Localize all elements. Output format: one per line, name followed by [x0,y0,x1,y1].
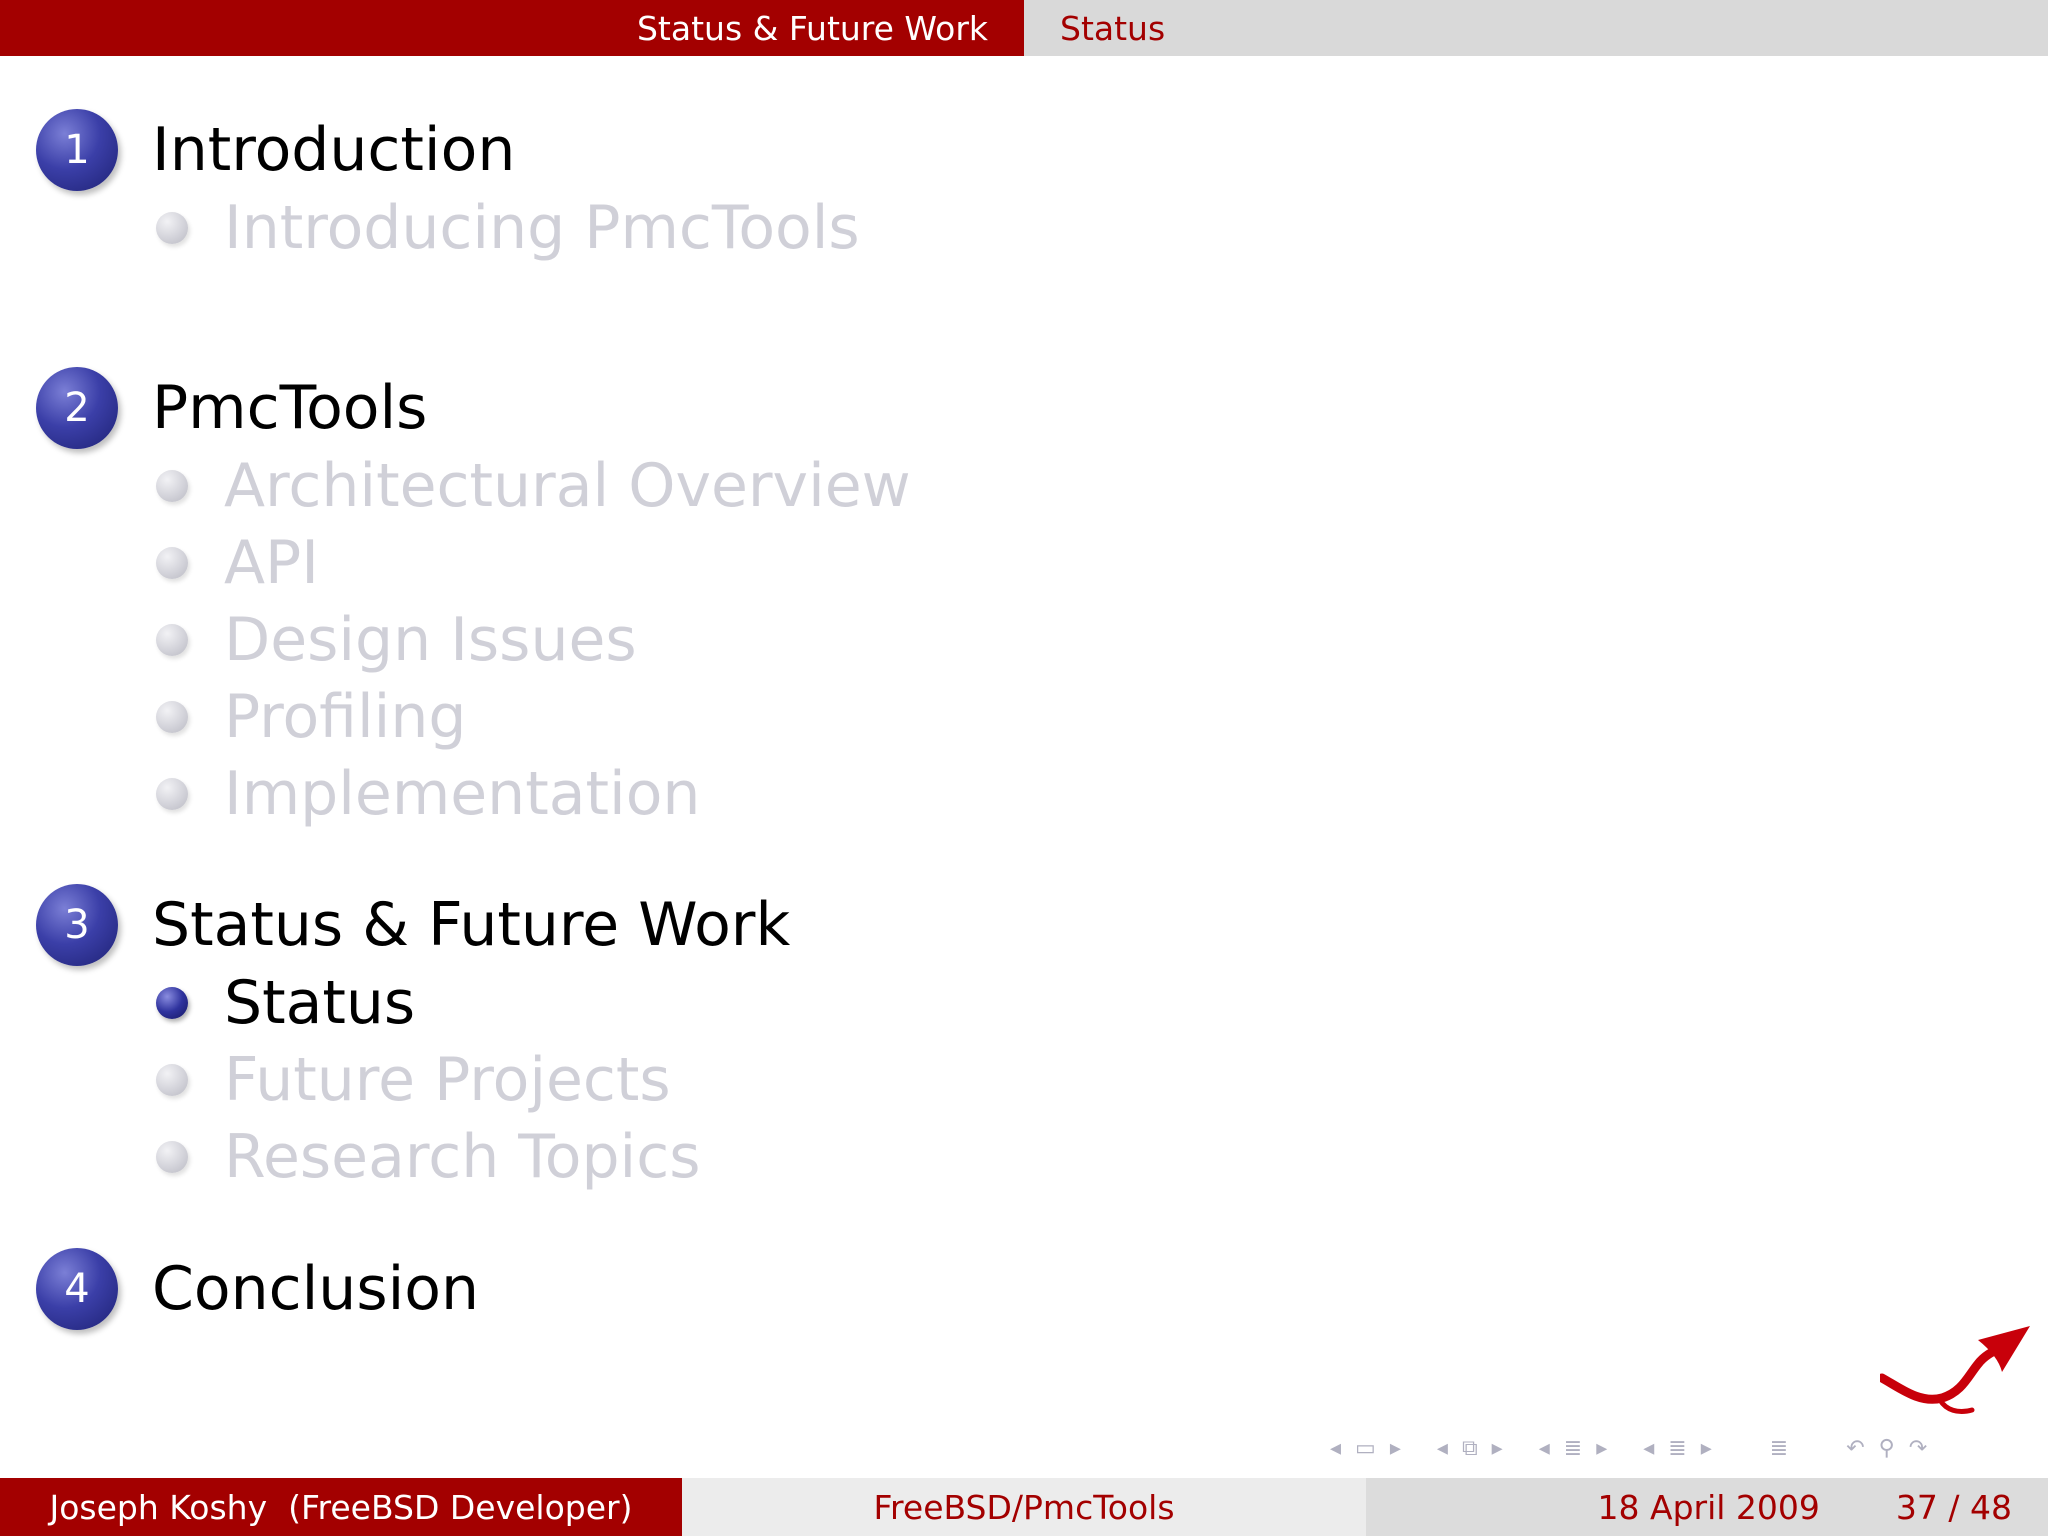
subsection-item[interactable]: Implementation [156,755,911,832]
footer-info: 18 April 2009 37 / 48 [1366,1478,2048,1536]
section-head[interactable]: 1 Introduction [36,109,860,191]
section-number-ball: 1 [36,109,118,191]
section-number-ball: 3 [36,884,118,966]
section-head[interactable]: 2 PmcTools [36,367,911,449]
nav-part-icon[interactable]: ≣ [1668,1436,1686,1461]
subsection-item[interactable]: Architectural Overview [156,447,911,524]
section-title[interactable]: Conclusion [152,1254,479,1324]
subsection-item-current[interactable]: Status [156,964,790,1041]
footer-author: Joseph Koshy (FreeBSD Developer) [0,1478,682,1536]
outline-section-3: 3 Status & Future Work Status Future Pro… [36,884,790,1195]
section-number: 1 [64,127,90,173]
section-number-ball: 4 [36,1248,118,1330]
subsection-label[interactable]: Design Issues [224,605,637,675]
footer-author-label: Joseph Koshy (FreeBSD Developer) [49,1487,633,1527]
subsection-item[interactable]: API [156,524,911,601]
subsection-item[interactable]: Research Topics [156,1118,790,1195]
subsection-item[interactable]: Future Projects [156,1041,790,1118]
nav-part-next-icon[interactable]: ▸ [1701,1436,1712,1461]
nav-document-icon[interactable]: ≣ [1770,1436,1788,1461]
bullet-icon [156,777,188,810]
nav-back-icon[interactable]: ↶ [1846,1436,1864,1461]
bullet-icon [156,1063,188,1096]
subsection-label[interactable]: Implementation [224,759,700,829]
bullet-icon [156,1140,188,1173]
subsection-label[interactable]: Introducing PmcTools [224,193,860,263]
header-bar: Status & Future Work Status [0,0,2048,56]
subsection-label[interactable]: Research Topics [224,1122,700,1192]
section-title[interactable]: Status & Future Work [152,890,790,960]
outline-section-4: 4 Conclusion [36,1248,479,1330]
subsection-label[interactable]: Profiling [224,682,466,752]
bullet-icon [156,469,188,502]
subsection-label[interactable]: Future Projects [224,1045,671,1115]
section-number-ball: 2 [36,367,118,449]
subsection-item[interactable]: Profiling [156,678,911,755]
nav-section-next-icon[interactable]: ▸ [1596,1436,1607,1461]
footer-title-label: FreeBSD/PmcTools [873,1487,1175,1527]
footer-page-number: 37 / 48 [1895,1487,2012,1527]
subsection-label[interactable]: Status [224,968,415,1038]
outline-section-2: 2 PmcTools Architectural Overview API De… [36,367,911,832]
header-section[interactable]: Status & Future Work [0,0,1024,56]
nav-forward-icon[interactable]: ↷ [1909,1436,1927,1461]
section-number: 3 [64,902,90,948]
freebsd-daemon-tail-icon [1880,1326,2030,1415]
nav-part-prev-icon[interactable]: ◂ [1643,1436,1654,1461]
footer-date: 18 April 2009 [1597,1487,1820,1527]
header-subsection[interactable]: Status [1024,0,2048,56]
subsection-label[interactable]: API [224,528,319,598]
nav-subsection-next-icon[interactable]: ▸ [1492,1436,1503,1461]
bullet-icon [156,623,188,656]
section-title[interactable]: Introduction [152,115,515,185]
beamer-navigation: ◂ ▭ ▸ ◂ ⧉ ▸ ◂ ≣ ▸ ◂ ≣ ▸ ≣ ↶ ⚲ ↷ [1330,1430,1941,1466]
nav-frame-next-icon[interactable]: ▸ [1390,1436,1401,1461]
subsection-item[interactable]: Design Issues [156,601,911,678]
header-section-label[interactable]: Status & Future Work [637,9,988,48]
section-number: 2 [64,385,90,431]
subsection-label[interactable]: Architectural Overview [224,451,911,521]
nav-section-icon[interactable]: ≣ [1564,1436,1582,1461]
bullet-icon [156,700,188,733]
section-head[interactable]: 4 Conclusion [36,1248,479,1330]
footer-title: FreeBSD/PmcTools [682,1478,1366,1536]
outline-section-1: 1 Introduction Introducing PmcTools [36,109,860,266]
section-head[interactable]: 3 Status & Future Work [36,884,790,966]
subsection-item[interactable]: Introducing PmcTools [156,189,860,266]
bullet-icon [156,211,188,244]
nav-frame-icon[interactable]: ▭ [1355,1436,1376,1461]
nav-frame-prev-icon[interactable]: ◂ [1330,1436,1341,1461]
nav-subsection-prev-icon[interactable]: ◂ [1437,1436,1448,1461]
bullet-active-icon [156,986,188,1019]
nav-search-icon[interactable]: ⚲ [1879,1436,1895,1461]
section-number: 4 [64,1266,90,1312]
header-subsection-label[interactable]: Status [1060,9,1165,48]
section-title[interactable]: PmcTools [152,373,427,443]
footer-bar: Joseph Koshy (FreeBSD Developer) FreeBSD… [0,1478,2048,1536]
nav-section-prev-icon[interactable]: ◂ [1539,1436,1550,1461]
nav-subsection-icon[interactable]: ⧉ [1462,1436,1478,1461]
bullet-icon [156,546,188,579]
